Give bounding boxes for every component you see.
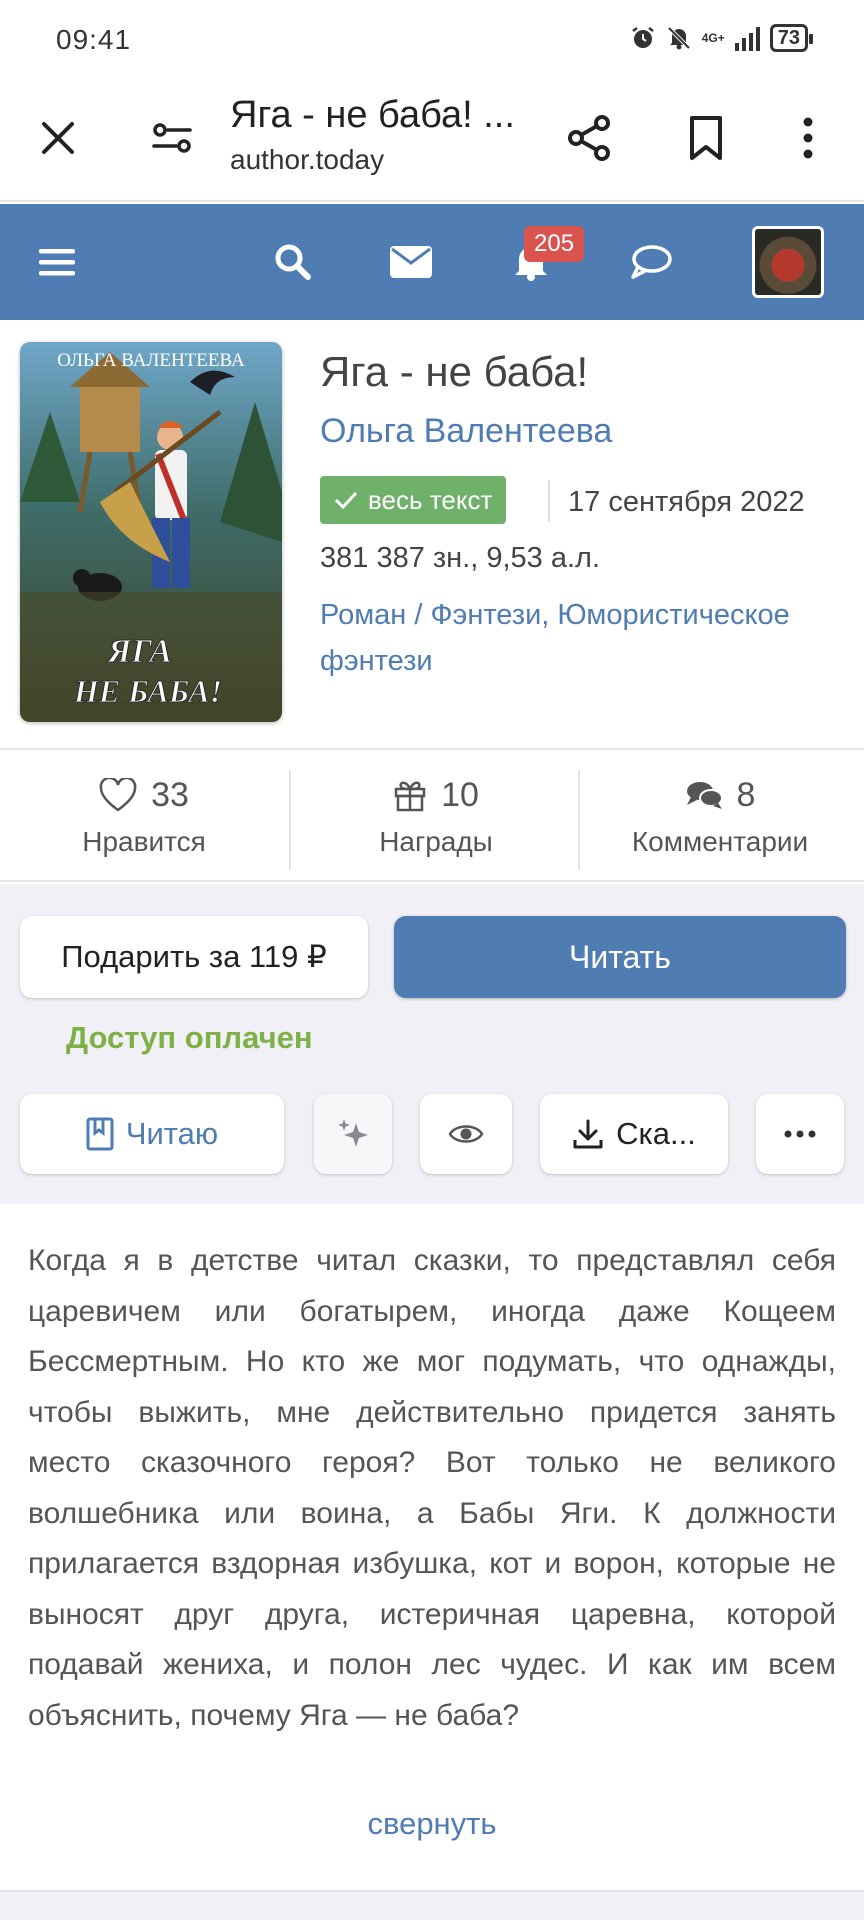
likes-count: 33 [151, 775, 189, 814]
more-vertical-icon[interactable] [780, 108, 836, 168]
sparkle-icon [338, 1119, 368, 1147]
site-settings-icon[interactable] [144, 110, 200, 166]
comments-stat[interactable]: 8 Комментарии [576, 752, 864, 882]
genre-link-fantasy[interactable]: Фэнтези, [430, 599, 549, 631]
recommend-button[interactable] [314, 1094, 392, 1174]
more-horizontal-icon [784, 1130, 816, 1138]
book-cover[interactable]: ОЛЬГА ВАЛЕНТЕЕВА ЯГА НЕ БАБА! [20, 342, 282, 722]
comments-count: 8 [736, 775, 756, 814]
download-button[interactable]: Ска... [540, 1094, 728, 1174]
status-bar: 09:41 4G+ 73 [0, 0, 864, 80]
book-annotation: Когда я в детстве читал сказки, то предс… [0, 1206, 864, 1890]
awards-label: Награды [379, 826, 493, 857]
heart-icon [99, 778, 137, 812]
gift-button[interactable]: Подарить за 119 ₽ [20, 916, 368, 998]
status-icons: 4G+ 73 [630, 24, 814, 52]
book-title: Яга - не баба! [320, 348, 589, 395]
section-divider [0, 1890, 864, 1920]
likes-label: Нравится [82, 826, 206, 857]
battery-icon: 73 [769, 24, 814, 52]
download-icon [573, 1119, 603, 1149]
reading-status-button[interactable]: Читаю [20, 1094, 284, 1174]
browser-toolbar: Яга - не баба! ... author.today [0, 80, 864, 202]
site-header: 205 [0, 204, 864, 320]
book-author-link[interactable]: Ольга Валентеева [320, 412, 612, 451]
genre-separator: / [414, 599, 423, 631]
book-genres: Роман / Фэнтези, Юмористическое фэнтези [320, 592, 840, 684]
mute-icon [667, 26, 691, 50]
divider [289, 770, 291, 870]
divider [548, 480, 550, 522]
watch-button[interactable] [420, 1094, 512, 1174]
chat-icon[interactable] [626, 204, 676, 320]
genre-link-roman[interactable]: Роман [320, 599, 406, 631]
close-icon[interactable] [30, 110, 86, 166]
page-url[interactable]: author.today [230, 144, 384, 176]
status-badge-label: весь текст [368, 484, 493, 515]
book-icon [86, 1117, 114, 1151]
cover-title-line-1: ЯГА [107, 633, 172, 670]
search-icon[interactable] [268, 204, 318, 320]
check-icon [334, 491, 358, 510]
cover-title-line-2: НЕ БАБА! [73, 673, 222, 709]
book-stats: 33 Нравится 10 Награды 8 Комментарии [0, 752, 864, 882]
share-icon[interactable] [560, 108, 620, 168]
download-label: Ска... [616, 1116, 696, 1151]
notification-count-badge: 205 [524, 226, 585, 262]
bell-icon[interactable] [506, 204, 556, 320]
bookmark-icon[interactable] [676, 108, 736, 168]
mail-icon[interactable] [386, 204, 436, 320]
book-size: 381 387 зн., 9,53 а.л. [320, 542, 601, 574]
page-title: Яга - не баба! ... [230, 94, 515, 136]
alarm-icon [631, 27, 654, 48]
network-type: 4G+ [701, 31, 725, 45]
annotation-text: Когда я в детстве читал сказки, то предс… [28, 1244, 836, 1732]
gift-icon [394, 781, 426, 812]
awards-count: 10 [441, 775, 479, 814]
comments-label: Комментарии [631, 826, 809, 857]
read-button[interactable]: Читать [394, 916, 846, 998]
collapse-link[interactable]: свернуть [0, 1806, 864, 1842]
access-status: Доступ оплачен [66, 1020, 313, 1055]
eye-icon [448, 1125, 484, 1143]
avatar[interactable] [752, 226, 824, 298]
likes-stat[interactable]: 33 Нравится [0, 752, 288, 882]
publication-date: 17 сентября 2022 [568, 486, 805, 518]
book-card: ОЛЬГА ВАЛЕНТЕЕВА ЯГА НЕ БАБА! Яга - не б… [0, 320, 864, 750]
more-options-button[interactable] [756, 1094, 844, 1174]
status-badge: весь текст [320, 476, 507, 524]
menu-icon[interactable] [32, 204, 82, 320]
comments-icon [686, 782, 723, 809]
reading-status-label: Читаю [125, 1116, 219, 1151]
cover-author-text: ОЛЬГА ВАЛЕНТЕЕВА [57, 350, 245, 371]
awards-stat[interactable]: 10 Награды [292, 752, 580, 882]
status-time: 09:41 [56, 24, 132, 55]
actions-panel: Подарить за 119 ₽ Читать Доступ оплачен … [0, 884, 864, 1204]
signal-icon [734, 25, 760, 51]
